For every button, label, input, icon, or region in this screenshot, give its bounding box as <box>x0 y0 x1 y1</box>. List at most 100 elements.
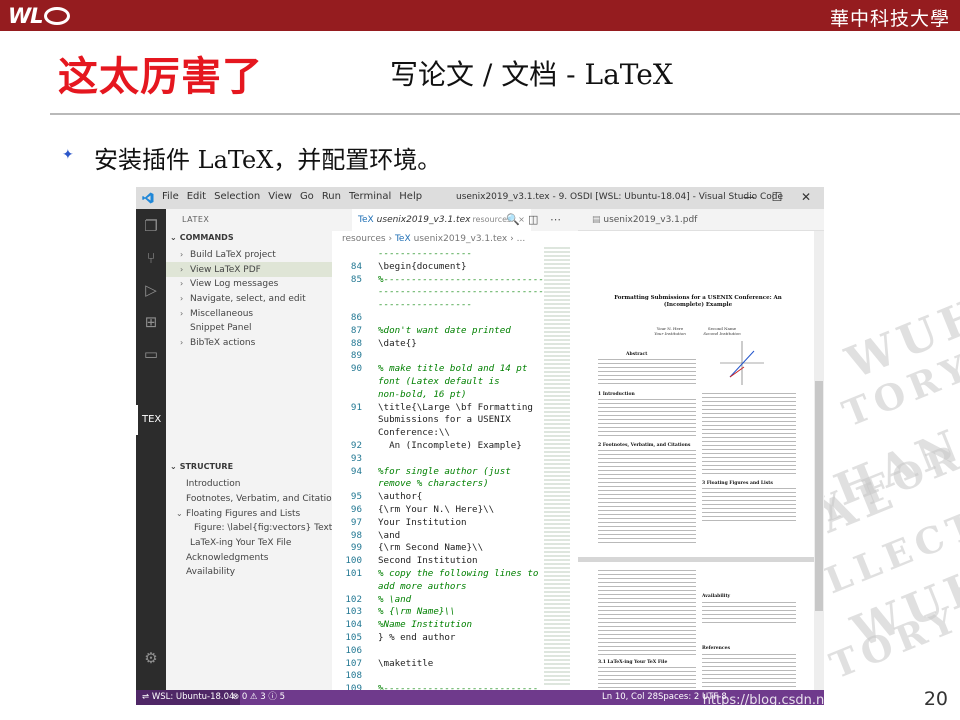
line-text: add more authors <box>378 580 467 592</box>
code-line: non-bold, 16 pt) <box>332 388 572 401</box>
pdf-section-heading: 3.1 LaTeX-ing Your TeX File <box>598 660 668 665</box>
pdf-scrollbar[interactable] <box>814 231 824 690</box>
code-line: ------------------------------ <box>332 285 572 298</box>
line-text: %Name Institution <box>378 619 473 631</box>
chevron-right-icon: › <box>180 250 184 259</box>
menu-item-help[interactable]: Help <box>399 191 422 202</box>
code-line: remove % characters) <box>332 477 572 490</box>
code-line: 105} % end author <box>332 631 572 644</box>
tab-usenix-pdf[interactable]: ▤ usenix2019_v3.1.pdf <box>586 209 703 231</box>
line-text: %----------------------------- <box>378 273 544 285</box>
breadcrumb-folder[interactable]: resources <box>342 234 386 244</box>
pdf-text-block <box>598 399 696 439</box>
files-icon[interactable]: ❐ <box>142 217 160 235</box>
preview-search-icon[interactable]: 🔍 <box>506 213 520 226</box>
structure-item[interactable]: Availability <box>166 565 332 580</box>
command-item[interactable]: › View Log messages <box>166 276 332 291</box>
menu-item-terminal[interactable]: Terminal <box>349 191 391 202</box>
minimize-button[interactable]: — <box>739 190 759 204</box>
menu-item-go[interactable]: Go <box>300 191 314 202</box>
structure-item[interactable]: ⌄ Floating Figures and Lists <box>166 506 332 521</box>
breadcrumb-file[interactable]: usenix2019_v3.1.tex <box>414 234 508 244</box>
line-number: 97 <box>350 516 362 528</box>
structure-label: LaTeX-ing Your TeX File <box>190 537 292 548</box>
line-text: non-bold, 16 pt) <box>378 388 467 400</box>
editor-tabbar: TeX usenix2019_v3.1.tex resources × 🔍 ◫ ⋯ <box>332 209 578 231</box>
pdf-text-block <box>702 393 796 477</box>
breadcrumb-more[interactable]: ... <box>517 234 526 244</box>
code-line: 96 {\rm Your N.\ Here}\\ <box>332 503 572 516</box>
command-item[interactable]: › View LaTeX PDF <box>166 261 332 277</box>
menu-item-file[interactable]: File <box>162 191 179 202</box>
menu-item-run[interactable]: Run <box>322 191 341 202</box>
line-number: 96 <box>350 504 362 515</box>
code-line: font (Latex default is <box>332 375 572 388</box>
run-debug-icon[interactable]: ▷ <box>142 281 160 299</box>
structure-item[interactable]: Footnotes, Verbatim, and Citations <box>166 492 332 507</box>
line-number: 87 <box>350 324 362 336</box>
command-item[interactable]: › Navigate, select, and edit <box>166 291 332 306</box>
logo-ring <box>44 7 70 25</box>
command-item[interactable]: › BibTeX actions <box>166 335 332 350</box>
university-name: 華中科技大學 <box>829 8 950 30</box>
cursor-position[interactable]: Ln 10, Col 28 <box>602 690 658 705</box>
slide-title: 这太厉害了 <box>58 54 263 100</box>
settings-gear-icon[interactable]: ⚙ <box>142 649 160 667</box>
minimap[interactable] <box>544 247 570 687</box>
split-editor-icon[interactable]: ◫ <box>528 213 538 226</box>
structure-section-header[interactable]: ⌄ STRUCTURE <box>170 462 233 471</box>
line-number: 98 <box>350 529 362 541</box>
close-button[interactable]: ✕ <box>796 190 816 204</box>
breadcrumb: resources › TeX usenix2019_v3.1.tex › ... <box>342 234 525 244</box>
code-line: 102 % \and <box>332 593 572 606</box>
title-bar: File Edit Selection View Go Run Terminal Help u… <box>136 187 824 209</box>
vscode-window: File Edit Selection View Go Run Terminal Help u… <box>136 187 824 705</box>
command-item[interactable]: › Build LaTeX project <box>166 247 332 262</box>
maximize-button[interactable]: ☐ <box>767 190 787 204</box>
structure-item[interactable]: Figure: \label{fig:vectors} Text s... <box>166 521 332 536</box>
problems-indicator[interactable]: ⊗ 0 ⚠ 3 ⓘ 5 <box>232 690 285 705</box>
command-item[interactable]: Snippet Panel <box>166 321 332 336</box>
menu-item-view[interactable]: View <box>268 191 292 202</box>
command-label: Build LaTeX project <box>190 250 276 260</box>
command-item[interactable]: › Miscellaneous <box>166 306 332 321</box>
tab-label: usenix2019_v3.1.pdf <box>603 215 698 225</box>
line-text: % \and <box>378 593 412 605</box>
commands-title: COMMANDS <box>179 233 234 242</box>
menu-item-selection[interactable]: Selection <box>214 191 260 202</box>
extensions-icon[interactable]: ⊞ <box>142 313 160 331</box>
line-number: 86 <box>350 312 362 323</box>
source-control-icon[interactable]: ⑂ <box>142 249 160 267</box>
structure-label: Acknowledgments <box>186 552 269 563</box>
chevron-right-icon: › <box>180 279 184 289</box>
line-number: 101 <box>345 568 362 579</box>
more-actions-icon[interactable]: ⋯ <box>550 213 561 226</box>
remote-explorer-icon[interactable]: ▭ <box>142 345 160 363</box>
pdf-viewer[interactable]: Formatting Submissions for a USENIX Conf… <box>578 231 814 690</box>
structure-item[interactable]: Introduction <box>166 477 332 492</box>
command-label: BibTeX actions <box>190 338 256 349</box>
line-number: 93 <box>350 452 362 464</box>
line-text: ----------------- <box>378 248 473 259</box>
slide-subtitle: 写论文 / 文档 - LaTeX <box>390 58 673 91</box>
tab-usenix-tex[interactable]: TeX usenix2019_v3.1.tex resources × <box>352 209 531 231</box>
pdf-text-block <box>598 450 696 546</box>
pdf-page-2: 3.1 LaTeX-ing Your TeX File Availability… <box>578 562 814 690</box>
code-area[interactable]: ----------------- 84 \begin{document} 85 %--… <box>332 247 572 694</box>
line-number: 102 <box>345 593 362 605</box>
indentation[interactable]: Spaces: 2 <box>658 690 699 705</box>
line-number: 107 <box>345 657 362 669</box>
line-text: Submissions for a USENIX <box>378 414 511 426</box>
preview-tabbar: ▤ usenix2019_v3.1.pdf <box>578 209 824 231</box>
code-line: 90 % make title bold and 14 pt <box>332 362 572 375</box>
structure-item[interactable]: LaTeX-ing Your TeX File <box>166 536 332 551</box>
pdf-figure-vectors <box>720 341 764 385</box>
tex-icon[interactable]: TEX <box>142 411 161 429</box>
command-label: View Log messages <box>190 279 279 290</box>
code-line: 87 %don't want date printed <box>332 324 572 337</box>
commands-section-header[interactable]: ⌄ COMMANDS <box>170 233 234 242</box>
scroll-thumb[interactable] <box>815 381 823 611</box>
menu-item-edit[interactable]: Edit <box>187 191 206 202</box>
remote-indicator[interactable]: ⇌ WSL: Ubuntu-18.04 <box>136 690 241 705</box>
structure-item[interactable]: Acknowledgments <box>166 551 332 566</box>
